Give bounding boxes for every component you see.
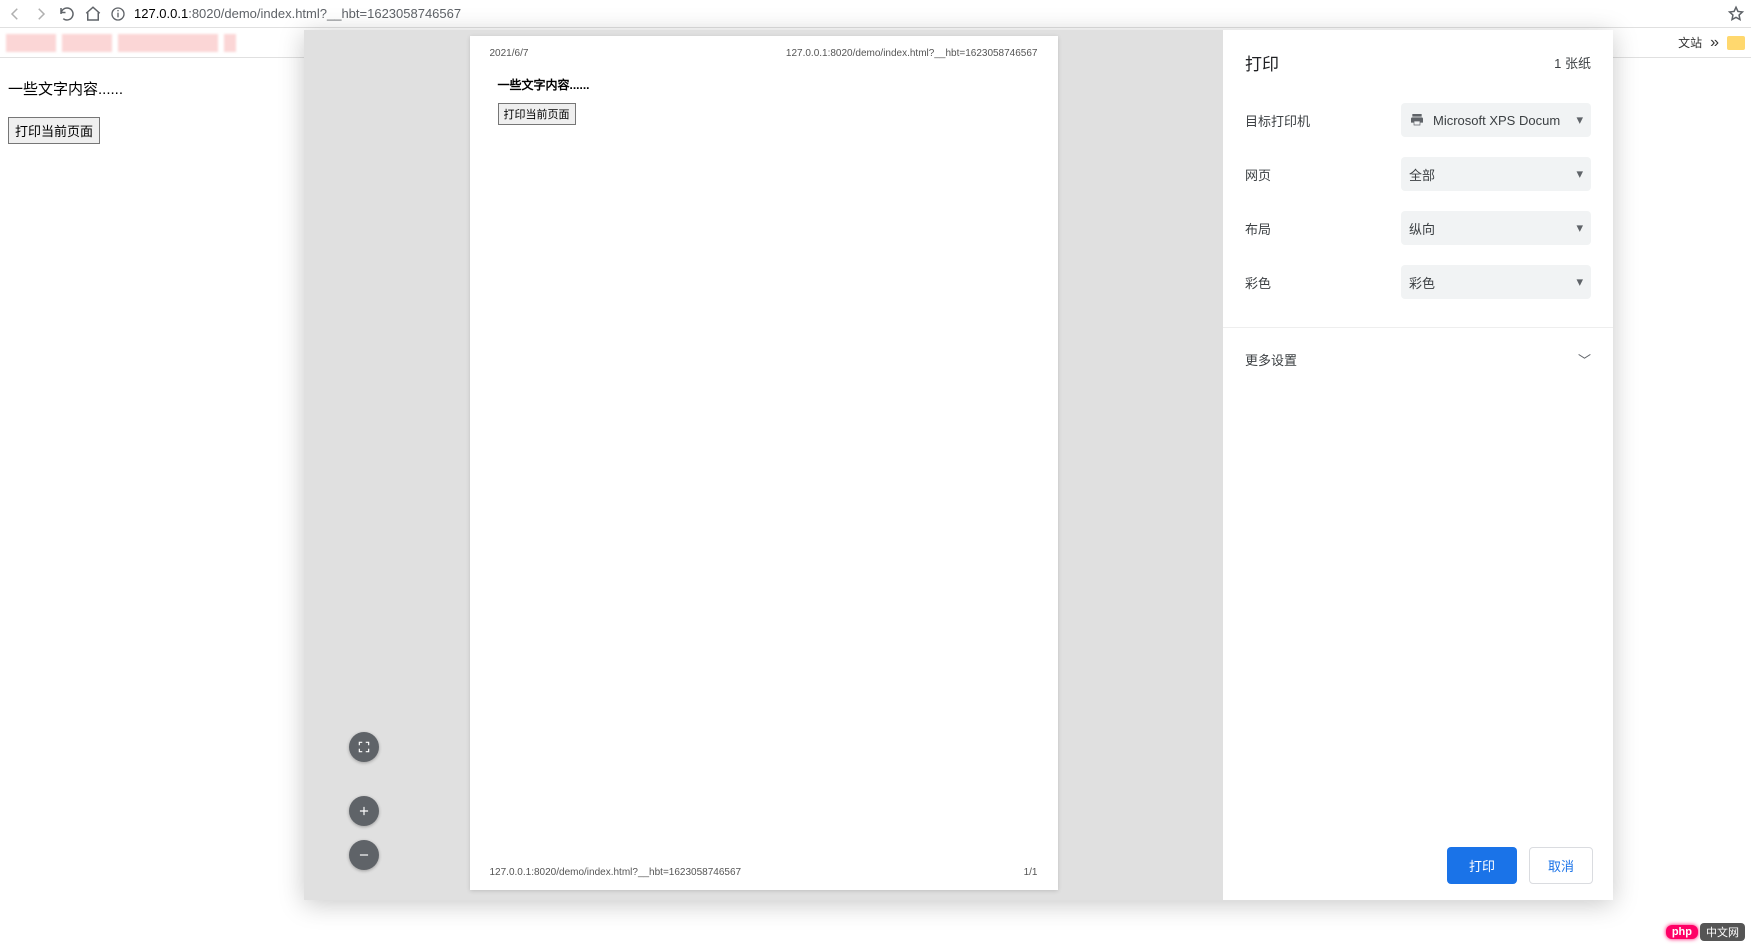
color-label: 彩色	[1245, 273, 1401, 292]
bookmark-item[interactable]	[6, 34, 56, 52]
page-print-button[interactable]: 打印当前页面	[8, 117, 100, 144]
layout-value: 纵向	[1409, 219, 1576, 238]
destination-dropdown[interactable]: Microsoft XPS Docum ▾	[1401, 103, 1591, 137]
bookmark-end-label[interactable]: 文站	[1678, 34, 1702, 51]
bookmark-item[interactable]	[224, 34, 236, 52]
print-preview-pane: 2021/6/7 127.0.0.1:8020/demo/index.html?…	[304, 30, 1223, 900]
cancel-button[interactable]: 取消	[1529, 847, 1593, 884]
preview-body-text: 一些文字内容......	[498, 76, 1030, 93]
more-settings-label: 更多设置	[1245, 350, 1297, 369]
url-host: 127.0.0.1	[134, 6, 188, 21]
bookmark-item[interactable]	[62, 34, 112, 52]
chevron-down-icon: ﹀	[1578, 350, 1591, 369]
home-icon[interactable]	[84, 5, 102, 23]
preview-footer-url: 127.0.0.1:8020/demo/index.html?__hbt=162…	[490, 867, 742, 878]
bookmark-item[interactable]	[118, 34, 218, 52]
printer-icon	[1409, 112, 1425, 128]
pages-value: 全部	[1409, 165, 1576, 184]
color-dropdown[interactable]: 彩色 ▾	[1401, 265, 1591, 299]
url-path: /demo/index.html?__hbt=1623058746567	[221, 6, 461, 21]
destination-value: Microsoft XPS Docum	[1433, 113, 1576, 128]
preview-date: 2021/6/7	[490, 48, 529, 59]
bookmarks-overflow-icon[interactable]: »	[1710, 34, 1719, 52]
chevron-down-icon: ▾	[1576, 220, 1583, 236]
page-text: 一些文字内容......	[8, 78, 252, 99]
chevron-down-icon: ▾	[1576, 112, 1583, 128]
pages-label: 网页	[1245, 165, 1401, 184]
print-title: 打印	[1245, 50, 1279, 75]
preview-title: 127.0.0.1:8020/demo/index.html?__hbt=162…	[786, 48, 1038, 59]
chevron-down-icon: ▾	[1576, 274, 1583, 290]
preview-print-button: 打印当前页面	[498, 103, 576, 125]
preview-page-number: 1/1	[1024, 867, 1038, 878]
watermark-badge: php	[1666, 925, 1698, 939]
address-bar[interactable]: 127.0.0.1:8020/demo/index.html?__hbt=162…	[134, 6, 461, 21]
color-value: 彩色	[1409, 273, 1576, 292]
browser-toolbar: 127.0.0.1:8020/demo/index.html?__hbt=162…	[0, 0, 1751, 28]
site-info-icon[interactable]	[110, 6, 126, 22]
bookmark-folder-icon[interactable]	[1727, 36, 1745, 50]
reload-icon[interactable]	[58, 5, 76, 23]
watermark: php 中文网	[1666, 923, 1745, 941]
preview-page: 2021/6/7 127.0.0.1:8020/demo/index.html?…	[470, 36, 1058, 890]
layout-label: 布局	[1245, 219, 1401, 238]
zoom-in-button[interactable]	[349, 796, 379, 826]
chevron-down-icon: ▾	[1576, 166, 1583, 182]
print-button[interactable]: 打印	[1447, 847, 1517, 884]
bookmark-star-icon[interactable]	[1727, 5, 1745, 23]
pages-dropdown[interactable]: 全部 ▾	[1401, 157, 1591, 191]
watermark-text: 中文网	[1700, 923, 1745, 941]
page-body: 一些文字内容...... 打印当前页面	[0, 58, 260, 947]
layout-dropdown[interactable]: 纵向 ▾	[1401, 211, 1591, 245]
print-sheet-count: 1 张纸	[1554, 53, 1591, 72]
url-port: :8020	[188, 6, 221, 21]
destination-label: 目标打印机	[1245, 111, 1401, 130]
back-icon[interactable]	[6, 5, 24, 23]
zoom-out-button[interactable]	[349, 840, 379, 870]
preview-float-controls	[349, 732, 379, 870]
fit-to-page-button[interactable]	[349, 732, 379, 762]
print-settings-pane: 打印 1 张纸 目标打印机 Microsoft XPS Docum ▾ 网页 全…	[1223, 30, 1613, 900]
forward-icon[interactable]	[32, 5, 50, 23]
print-dialog: 2021/6/7 127.0.0.1:8020/demo/index.html?…	[304, 30, 1613, 900]
more-settings-toggle[interactable]: 更多设置 ﹀	[1245, 350, 1591, 369]
